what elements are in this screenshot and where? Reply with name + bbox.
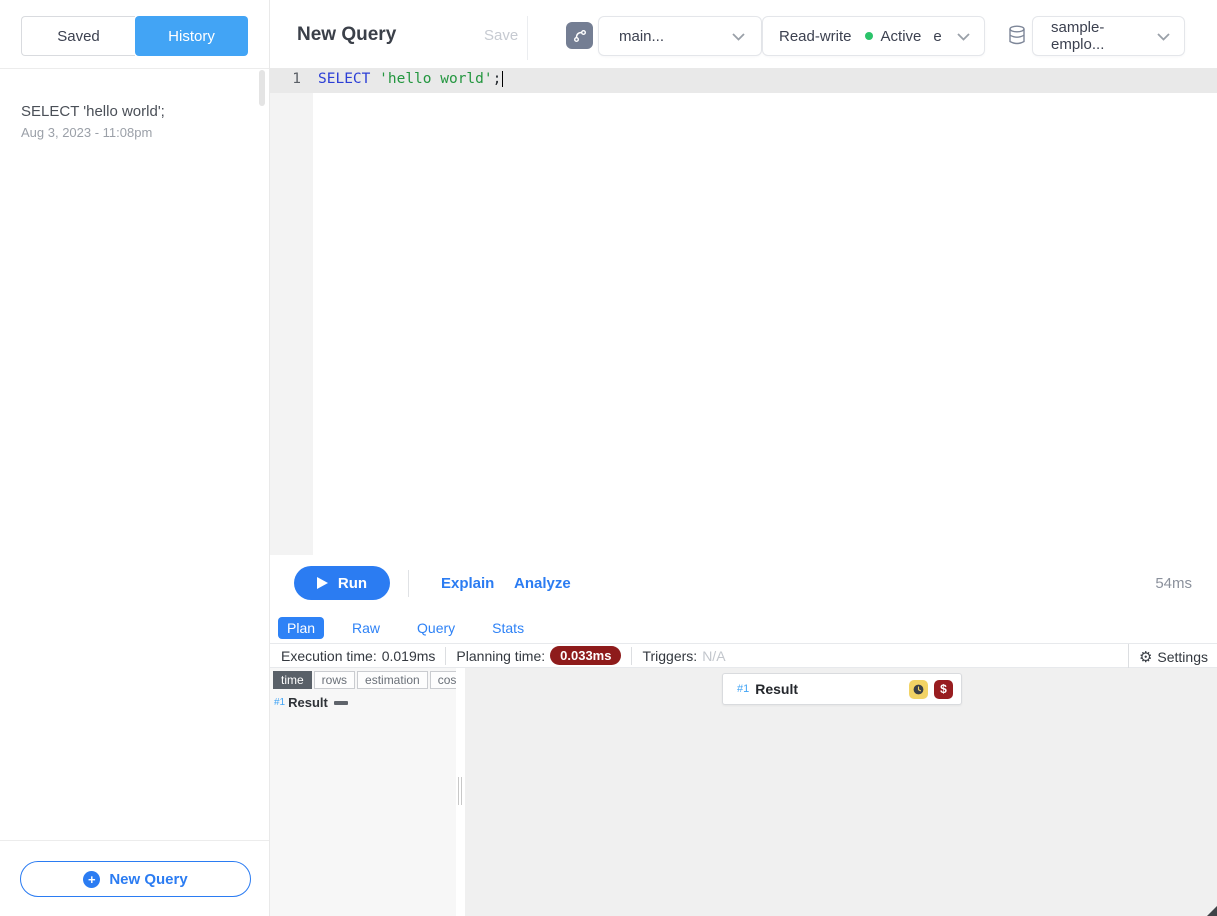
panel-splitter[interactable] <box>456 668 465 916</box>
tab-raw[interactable]: Raw <box>343 617 389 639</box>
outline-node-id: #1 <box>274 697 285 708</box>
connection-mode: Read-write <box>779 28 852 45</box>
plan-node-id: #1 <box>737 683 749 695</box>
chevron-down-icon <box>1157 28 1170 45</box>
play-icon <box>317 577 328 589</box>
editor-gutter <box>270 68 313 555</box>
settings-label: Settings <box>1157 649 1208 665</box>
run-button-label: Run <box>338 575 367 592</box>
branch-dropdown[interactable]: main... <box>598 16 762 56</box>
saved-tab[interactable]: Saved <box>21 16 135 56</box>
plan-diagram-canvas[interactable]: #1 Result $ <box>465 668 1217 916</box>
run-button[interactable]: Run <box>294 566 390 600</box>
chevron-down-icon <box>957 28 970 45</box>
main-area: New Query Save main... Read-write Active… <box>270 0 1217 916</box>
query-duration: 54ms <box>1155 575 1192 592</box>
run-toolbar: Run Explain Analyze 54ms <box>270 555 1217 612</box>
query-header: New Query Save main... Read-write Active… <box>270 0 1217 68</box>
plan-stats-bar: Execution time: 0.019ms Planning time: 0… <box>270 643 1217 668</box>
triggers-value: N/A <box>702 648 725 664</box>
text-cursor <box>502 71 504 87</box>
history-query-text: SELECT 'hello world'; <box>21 102 239 122</box>
plan-metric-buttons: time rows estimation cost <box>273 671 468 689</box>
outline-time-bar <box>334 701 348 705</box>
connection-endpoint-id: e <box>933 28 941 45</box>
connection-status: Active <box>881 28 922 45</box>
metric-time-button[interactable]: time <box>273 671 312 689</box>
sql-keyword: SELECT <box>318 71 370 87</box>
tab-plan[interactable]: Plan <box>278 617 324 639</box>
resize-corner-handle[interactable] <box>1207 906 1217 916</box>
triggers-label: Triggers: <box>642 648 697 664</box>
database-icon <box>1006 24 1028 47</box>
chevron-down-icon <box>732 28 745 45</box>
planning-time-label: Planning time: <box>456 648 545 664</box>
new-query-button-label: New Query <box>109 871 187 888</box>
new-query-button[interactable]: + New Query <box>20 861 251 897</box>
saved-history-toggle: Saved History <box>21 16 248 56</box>
save-button[interactable]: Save <box>484 27 518 44</box>
database-dropdown[interactable]: sample-emplo... <box>1032 16 1185 56</box>
splitter-grip <box>461 777 462 805</box>
planning-time-badge: 0.033ms <box>550 646 621 665</box>
sidebar-scrollbar[interactable] <box>259 70 265 106</box>
execution-time-value: 0.019ms <box>382 648 436 664</box>
gear-icon: ⚙ <box>1139 648 1152 666</box>
execution-time-stat: Execution time: 0.019ms <box>270 647 446 665</box>
plan-outline-panel: time rows estimation cost #1 Result <box>270 668 456 916</box>
plan-node-result[interactable]: #1 Result $ <box>722 673 962 705</box>
triggers-stat: Triggers: N/A <box>632 647 735 665</box>
tab-query[interactable]: Query <box>408 617 464 639</box>
sidebar-bottom-divider <box>0 840 269 841</box>
tab-stats[interactable]: Stats <box>483 617 533 639</box>
history-tab[interactable]: History <box>135 16 248 56</box>
sidebar: Saved History SELECT 'hello world'; Aug … <box>0 0 270 916</box>
explain-link[interactable]: Explain <box>441 575 494 592</box>
clock-icon <box>909 680 928 699</box>
plan-node-label: Result <box>755 681 798 697</box>
result-tabs: Plan Raw Query Stats <box>270 612 1217 643</box>
sql-editor[interactable]: 1 SELECT 'hello world'; <box>270 68 1217 555</box>
dollar-icon: $ <box>934 680 953 699</box>
header-divider <box>527 16 528 60</box>
settings-button[interactable]: ⚙ Settings <box>1128 644 1208 669</box>
connection-dropdown[interactable]: Read-write Active e <box>762 16 985 56</box>
database-dropdown-value: sample-emplo... <box>1051 19 1157 53</box>
splitter-grip <box>458 777 459 805</box>
branch-dropdown-value: main... <box>619 28 664 45</box>
sql-space <box>370 71 379 87</box>
history-list-item[interactable]: SELECT 'hello world'; Aug 3, 2023 - 11:0… <box>21 102 239 140</box>
plan-outline-item[interactable]: #1 Result <box>274 695 348 710</box>
status-dot-icon <box>865 32 873 40</box>
run-divider <box>408 570 409 597</box>
sidebar-top-divider <box>0 68 269 69</box>
plus-icon: + <box>83 871 100 888</box>
code-line[interactable]: SELECT 'hello world'; <box>318 71 503 87</box>
execution-time-label: Execution time: <box>281 648 377 664</box>
page-title: New Query <box>297 24 396 46</box>
planning-time-stat: Planning time: 0.033ms <box>446 647 632 665</box>
sql-punctuation: ; <box>493 71 502 87</box>
metric-estimation-button[interactable]: estimation <box>357 671 428 689</box>
analyze-link[interactable]: Analyze <box>514 575 571 592</box>
history-timestamp: Aug 3, 2023 - 11:08pm <box>21 125 239 140</box>
metric-rows-button[interactable]: rows <box>314 671 355 689</box>
branch-icon <box>566 22 593 49</box>
line-number: 1 <box>270 71 301 87</box>
outline-node-label: Result <box>288 695 328 710</box>
sql-string: 'hello world' <box>379 71 493 87</box>
plan-panel: time rows estimation cost #1 Result #1 R… <box>270 668 1217 916</box>
